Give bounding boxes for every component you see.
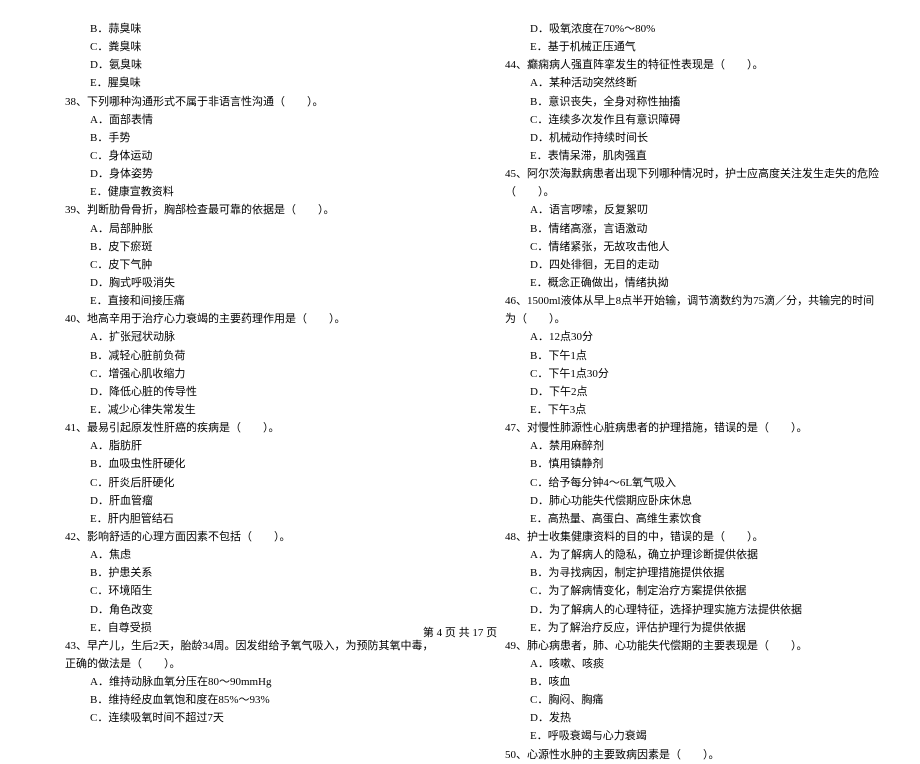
option-item: B．咳血 xyxy=(480,673,880,691)
option-item: A．咳嗽、咳痰 xyxy=(480,655,880,673)
option-item: D．发热 xyxy=(480,709,880,727)
option-item: A．语言啰嗦，反复絮叨 xyxy=(480,201,880,219)
option-item: E．减少心律失常发生 xyxy=(40,401,440,419)
option-item: D．肺心功能失代偿期应卧床休息 xyxy=(480,492,880,510)
option-item: A．面部表情 xyxy=(40,111,440,129)
question-47: 47、对慢性肺源性心脏病患者的护理措施，错误的是（ ）。 xyxy=(480,419,880,437)
option-item: E．呼吸衰竭与心力衰竭 xyxy=(480,727,880,745)
option-item: B．情绪高涨，言语激动 xyxy=(480,220,880,238)
question-50: 50、心源性水肿的主要致病因素是（ ）。 xyxy=(480,746,880,764)
question-46: 46、1500ml液体从早上8点半开始输，调节滴数约为75滴／分，共输完的时间为… xyxy=(480,292,880,328)
question-41: 41、最易引起原发性肝癌的疾病是（ ）。 xyxy=(40,419,440,437)
question-44: 44、癫痫病人强直阵挛发生的特征性表现是（ ）。 xyxy=(480,56,880,74)
question-40: 40、地高辛用于治疗心力衰竭的主要药理作用是（ ）。 xyxy=(40,310,440,328)
option-item: D．氨臭味 xyxy=(40,56,440,74)
option-item: E．概念正确做出，情绪执拗 xyxy=(480,274,880,292)
option-item: B．慎用镇静剂 xyxy=(480,455,880,473)
option-item: D．身体姿势 xyxy=(40,165,440,183)
question-42: 42、影响舒适的心理方面因素不包括（ ）。 xyxy=(40,528,440,546)
option-item: C．连续吸氧时间不超过7天 xyxy=(40,709,440,727)
question-43: 43、早产儿，生后2天，胎龄34周。因发绀给予氧气吸入，为预防其氧中毒，正确的做… xyxy=(40,637,440,673)
page-footer: 第 4 页 共 17 页 xyxy=(0,624,920,640)
option-item: E．腥臭味 xyxy=(40,74,440,92)
option-item: A．焦虑 xyxy=(40,546,440,564)
option-item: D．降低心脏的传导性 xyxy=(40,383,440,401)
option-item: D．四处徘徊，无目的走动 xyxy=(480,256,880,274)
option-item: E．健康宣教资料 xyxy=(40,183,440,201)
option-item: B．意识丧失，全身对称性抽搐 xyxy=(480,93,880,111)
option-item: E．直接和间接压痛 xyxy=(40,292,440,310)
question-38: 38、下列哪种沟通形式不属于非语言性沟通（ ）。 xyxy=(40,93,440,111)
option-item: D．为了解病人的心理特征，选择护理实施方法提供依据 xyxy=(480,601,880,619)
option-item: A．扩张冠状动脉 xyxy=(40,328,440,346)
option-item: C．身体运动 xyxy=(40,147,440,165)
option-item: B．皮下瘀斑 xyxy=(40,238,440,256)
option-item: B．血吸虫性肝硬化 xyxy=(40,455,440,473)
left-column: B．蒜臭味 C．粪臭味 D．氨臭味 E．腥臭味 38、下列哪种沟通形式不属于非语… xyxy=(40,20,440,610)
option-item: C．增强心肌收缩力 xyxy=(40,365,440,383)
option-item: D．角色改变 xyxy=(40,601,440,619)
option-item: E．基于机械正压通气 xyxy=(480,38,880,56)
option-item: D．吸氧浓度在70%～80% xyxy=(480,20,880,38)
two-column-layout: B．蒜臭味 C．粪臭味 D．氨臭味 E．腥臭味 38、下列哪种沟通形式不属于非语… xyxy=(40,20,880,610)
option-item: D．下午2点 xyxy=(480,383,880,401)
question-48: 48、护士收集健康资料的目的中，错误的是（ ）。 xyxy=(480,528,880,546)
option-item: B．下午1点 xyxy=(480,347,880,365)
question-45: 45、阿尔茨海默病患者出现下列哪种情况时，护士应高度关注发生走失的危险（ ）。 xyxy=(480,165,880,201)
option-item: C．给予每分钟4～6L氧气吸入 xyxy=(480,474,880,492)
option-item: A．维持动脉血氧分压在80～90mmHg xyxy=(40,673,440,691)
option-item: E．肝内胆管结石 xyxy=(40,510,440,528)
option-item: E．表情呆滞，肌肉强直 xyxy=(480,147,880,165)
option-item: B．蒜臭味 xyxy=(40,20,440,38)
option-item: B．护患关系 xyxy=(40,564,440,582)
option-item: D．胸式呼吸消失 xyxy=(40,274,440,292)
option-item: A．某种活动突然终断 xyxy=(480,74,880,92)
option-item: A．脂肪肝 xyxy=(40,437,440,455)
option-item: C．胸闷、胸痛 xyxy=(480,691,880,709)
option-item: B．手势 xyxy=(40,129,440,147)
option-item: C．情绪紧张，无故攻击他人 xyxy=(480,238,880,256)
option-item: B．维持经皮血氧饱和度在85%～93% xyxy=(40,691,440,709)
option-item: C．肝炎后肝硬化 xyxy=(40,474,440,492)
option-item: C．皮下气肿 xyxy=(40,256,440,274)
option-item: C．下午1点30分 xyxy=(480,365,880,383)
option-item: E．下午3点 xyxy=(480,401,880,419)
option-item: C．为了解病情变化，制定治疗方案提供依据 xyxy=(480,582,880,600)
option-item: C．环境陌生 xyxy=(40,582,440,600)
option-item: A．禁用麻醉剂 xyxy=(480,437,880,455)
option-item: D．机械动作持续时间长 xyxy=(480,129,880,147)
option-item: C．粪臭味 xyxy=(40,38,440,56)
option-item: C．连续多次发作且有意识障碍 xyxy=(480,111,880,129)
option-item: B．减轻心脏前负荷 xyxy=(40,347,440,365)
option-item: A．12点30分 xyxy=(480,328,880,346)
question-39: 39、判断肋骨骨折，胸部检查最可靠的依据是（ ）。 xyxy=(40,201,440,219)
option-item: D．肝血管瘤 xyxy=(40,492,440,510)
option-item: A．为了解病人的隐私，确立护理诊断提供依据 xyxy=(480,546,880,564)
option-item: A．局部肿胀 xyxy=(40,220,440,238)
right-column: D．吸氧浓度在70%～80% E．基于机械正压通气 44、癫痫病人强直阵挛发生的… xyxy=(480,20,880,610)
option-item: B．为寻找病因，制定护理措施提供依据 xyxy=(480,564,880,582)
option-item: E．高热量、高蛋白、高维生素饮食 xyxy=(480,510,880,528)
